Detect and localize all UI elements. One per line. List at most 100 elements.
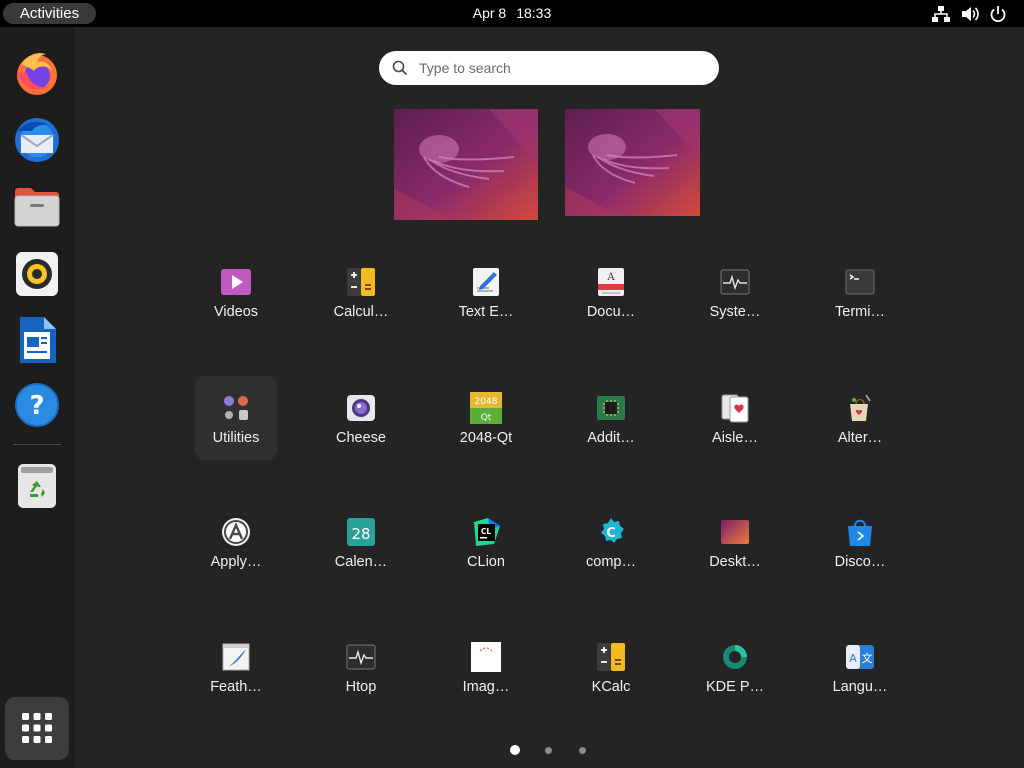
app-label: Disco… [834,554,886,570]
terminal-icon [845,269,875,295]
volume-icon[interactable] [960,4,980,24]
app-kde-partition[interactable]: KDE P… [694,625,776,709]
image-viewer-icon [471,642,501,672]
page-indicator-2[interactable] [545,747,552,754]
app-label: Apply… [210,554,262,570]
app-cheese[interactable]: Cheese [320,376,402,460]
app-compiz[interactable]: C comp… [570,500,652,584]
svg-text:28: 28 [351,525,370,543]
search-bar[interactable] [379,51,719,85]
show-apps-button[interactable] [5,697,69,760]
app-folder-utilities[interactable]: Utilities [195,376,277,460]
app-calculator[interactable]: Calcul… [320,250,402,334]
compiz-icon: C [601,518,624,543]
dash: ? [0,27,74,768]
svg-text:A: A [849,652,857,665]
app-desktop[interactable]: Deskt… [694,500,776,584]
network-icon[interactable] [931,4,951,24]
app-alternatives[interactable]: Alter… [819,376,901,460]
htop-icon [346,644,376,670]
clock-button[interactable]: Apr 8 18:33 [0,0,1024,27]
discover-icon [848,519,872,546]
workspace-thumbnail-2[interactable] [565,109,700,216]
app-htop[interactable]: Htop [320,625,402,709]
app-label: Htop [345,679,377,695]
clion-icon: CL [474,518,500,546]
app-label: Utilities [212,430,260,446]
thunderbird-icon[interactable] [12,115,62,165]
power-icon[interactable] [988,4,1008,24]
language-support-icon: A 文 [846,645,874,669]
kde-partition-icon [723,645,747,669]
feather-icon [222,643,250,671]
page-indicator-3[interactable] [579,747,586,754]
app-language-support[interactable]: A 文 Langu… [819,625,901,709]
app-kcalc[interactable]: KCalc [570,625,652,709]
firefox-icon[interactable] [12,48,62,98]
app-system-monitor[interactable]: Syste… [694,250,776,334]
app-calendar[interactable]: 28 Calen… [320,500,402,584]
svg-text:2048: 2048 [475,397,498,407]
app-label: Feath… [210,679,262,695]
app-terminal[interactable]: Termi… [819,250,901,334]
app-text-editor[interactable]: Text E… [445,250,527,334]
date-label: Apr 8 [472,5,507,21]
app-label: Docu… [586,304,636,320]
app-label: Aisle… [712,430,758,446]
app-label: Termi… [835,304,885,320]
app-2048-qt[interactable]: 2048 Qt 2048-Qt [445,376,527,460]
app-label: Calen… [334,554,388,570]
desktop-icon [721,520,749,544]
top-bar: Activities Apr 8 18:33 [0,0,1024,27]
workspace-thumbnail-1[interactable] [394,109,538,220]
trash-icon[interactable] [12,461,62,511]
app-label: Calcul… [333,304,389,320]
page-indicator-1[interactable] [510,745,520,755]
calculator-icon [347,268,375,296]
app-label: Syste… [709,304,761,320]
time-label: 18:33 [516,5,552,21]
app-image-viewer[interactable]: Imag… [445,625,527,709]
activities-button[interactable]: Activities [3,3,96,24]
game-2048-icon: 2048 Qt [470,392,502,424]
app-label: Deskt… [709,554,761,570]
svg-text:Qt: Qt [481,413,492,423]
app-aisleriot[interactable]: Aisle… [694,376,776,460]
system-monitor-icon [720,269,750,295]
app-label: Imag… [462,679,510,695]
alternatives-icon [850,394,871,421]
app-label: Videos [213,304,259,320]
apply-icon [222,518,250,546]
writer-icon[interactable] [12,315,62,365]
app-clion[interactable]: CL CLion [445,500,527,584]
app-apply[interactable]: Apply… [195,500,277,584]
utilities-folder-icon [224,396,248,420]
svg-text:CL: CL [481,527,492,536]
app-videos[interactable]: Videos [195,250,277,334]
aisleriot-icon [721,394,749,423]
svg-text:?: ? [29,391,44,421]
grid-icon [22,713,52,743]
svg-text:C: C [606,526,616,541]
app-discover[interactable]: Disco… [819,500,901,584]
calendar-icon: 28 [347,518,375,546]
videos-icon [221,269,251,295]
app-document-viewer[interactable]: A Docu… [570,250,652,334]
app-label: CLion [467,554,505,570]
text-editor-icon [473,268,499,296]
help-icon[interactable]: ? [12,380,62,430]
svg-text:A: A [606,272,615,283]
app-feather[interactable]: Feath… [195,625,277,709]
files-icon[interactable] [12,182,62,232]
search-input[interactable] [419,57,699,79]
app-label: Langu… [832,679,888,695]
rhythmbox-icon[interactable] [12,249,62,299]
app-label: KCalc [591,679,631,695]
cheese-icon [347,395,375,421]
document-viewer-icon: A [598,268,624,296]
app-label: Cheese [336,430,386,446]
kcalc-icon [597,643,625,671]
search-icon [392,60,408,76]
additional-drivers-icon [597,396,625,420]
app-additional-drivers[interactable]: Addit… [570,376,652,460]
